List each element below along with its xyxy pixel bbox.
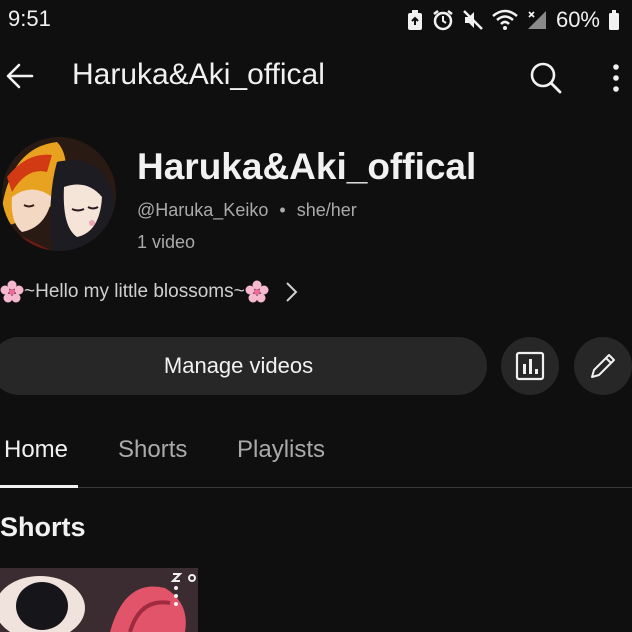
signal-icon [527, 11, 546, 29]
video-count: 1 video [137, 232, 196, 252]
section-title: Shorts [0, 512, 86, 542]
battery-percentage: 60% [555, 7, 600, 32]
tab-divider [0, 487, 632, 488]
cherry-blossom-icon [0, 280, 24, 303]
cherry-blossom-icon [245, 280, 269, 303]
search-icon[interactable] [528, 60, 562, 94]
alarm-icon [433, 10, 453, 31]
status-icons: 60% [406, 6, 620, 34]
manage-videos-button[interactable]: Manage videos [0, 337, 487, 395]
channel-avatar[interactable] [2, 137, 116, 251]
channel-pronouns: she/her [296, 200, 357, 220]
active-tab-indicator [0, 485, 78, 488]
tab-playlists[interactable]: Playlists [237, 436, 325, 464]
wifi-icon [492, 9, 518, 30]
short-thumbnail-image [0, 568, 198, 632]
pencil-icon [591, 354, 615, 378]
description-text: ~Hello my little blossoms~ [24, 281, 245, 302]
short-thumbnail[interactable] [0, 568, 198, 632]
mute-icon [463, 10, 483, 30]
chevron-right-icon[interactable] [283, 280, 299, 304]
tab-shorts[interactable]: Shorts [118, 436, 187, 464]
meta-separator: • [279, 200, 286, 220]
analytics-button[interactable] [501, 337, 559, 395]
edit-channel-button[interactable] [574, 337, 632, 395]
channel-handle[interactable]: @Haruka_Keiko [137, 200, 268, 220]
channel-meta: @Haruka_Keiko • she/her [137, 200, 357, 221]
battery-icon [609, 10, 619, 30]
short-more-icon[interactable] [170, 582, 182, 612]
status-time: 9:51 [8, 6, 51, 31]
recycle-icon [407, 10, 422, 30]
analytics-icon [515, 351, 545, 381]
channel-description[interactable]: ~Hello my little blossoms~ [0, 278, 299, 306]
more-vertical-icon[interactable] [604, 62, 628, 94]
avatar-artwork [2, 137, 116, 251]
app-bar-title: Haruka&Aki_offical [72, 58, 325, 91]
tab-home[interactable]: Home [4, 436, 68, 464]
channel-name: Haruka&Aki_offical [137, 146, 477, 187]
arrow-left-icon[interactable] [4, 60, 36, 92]
